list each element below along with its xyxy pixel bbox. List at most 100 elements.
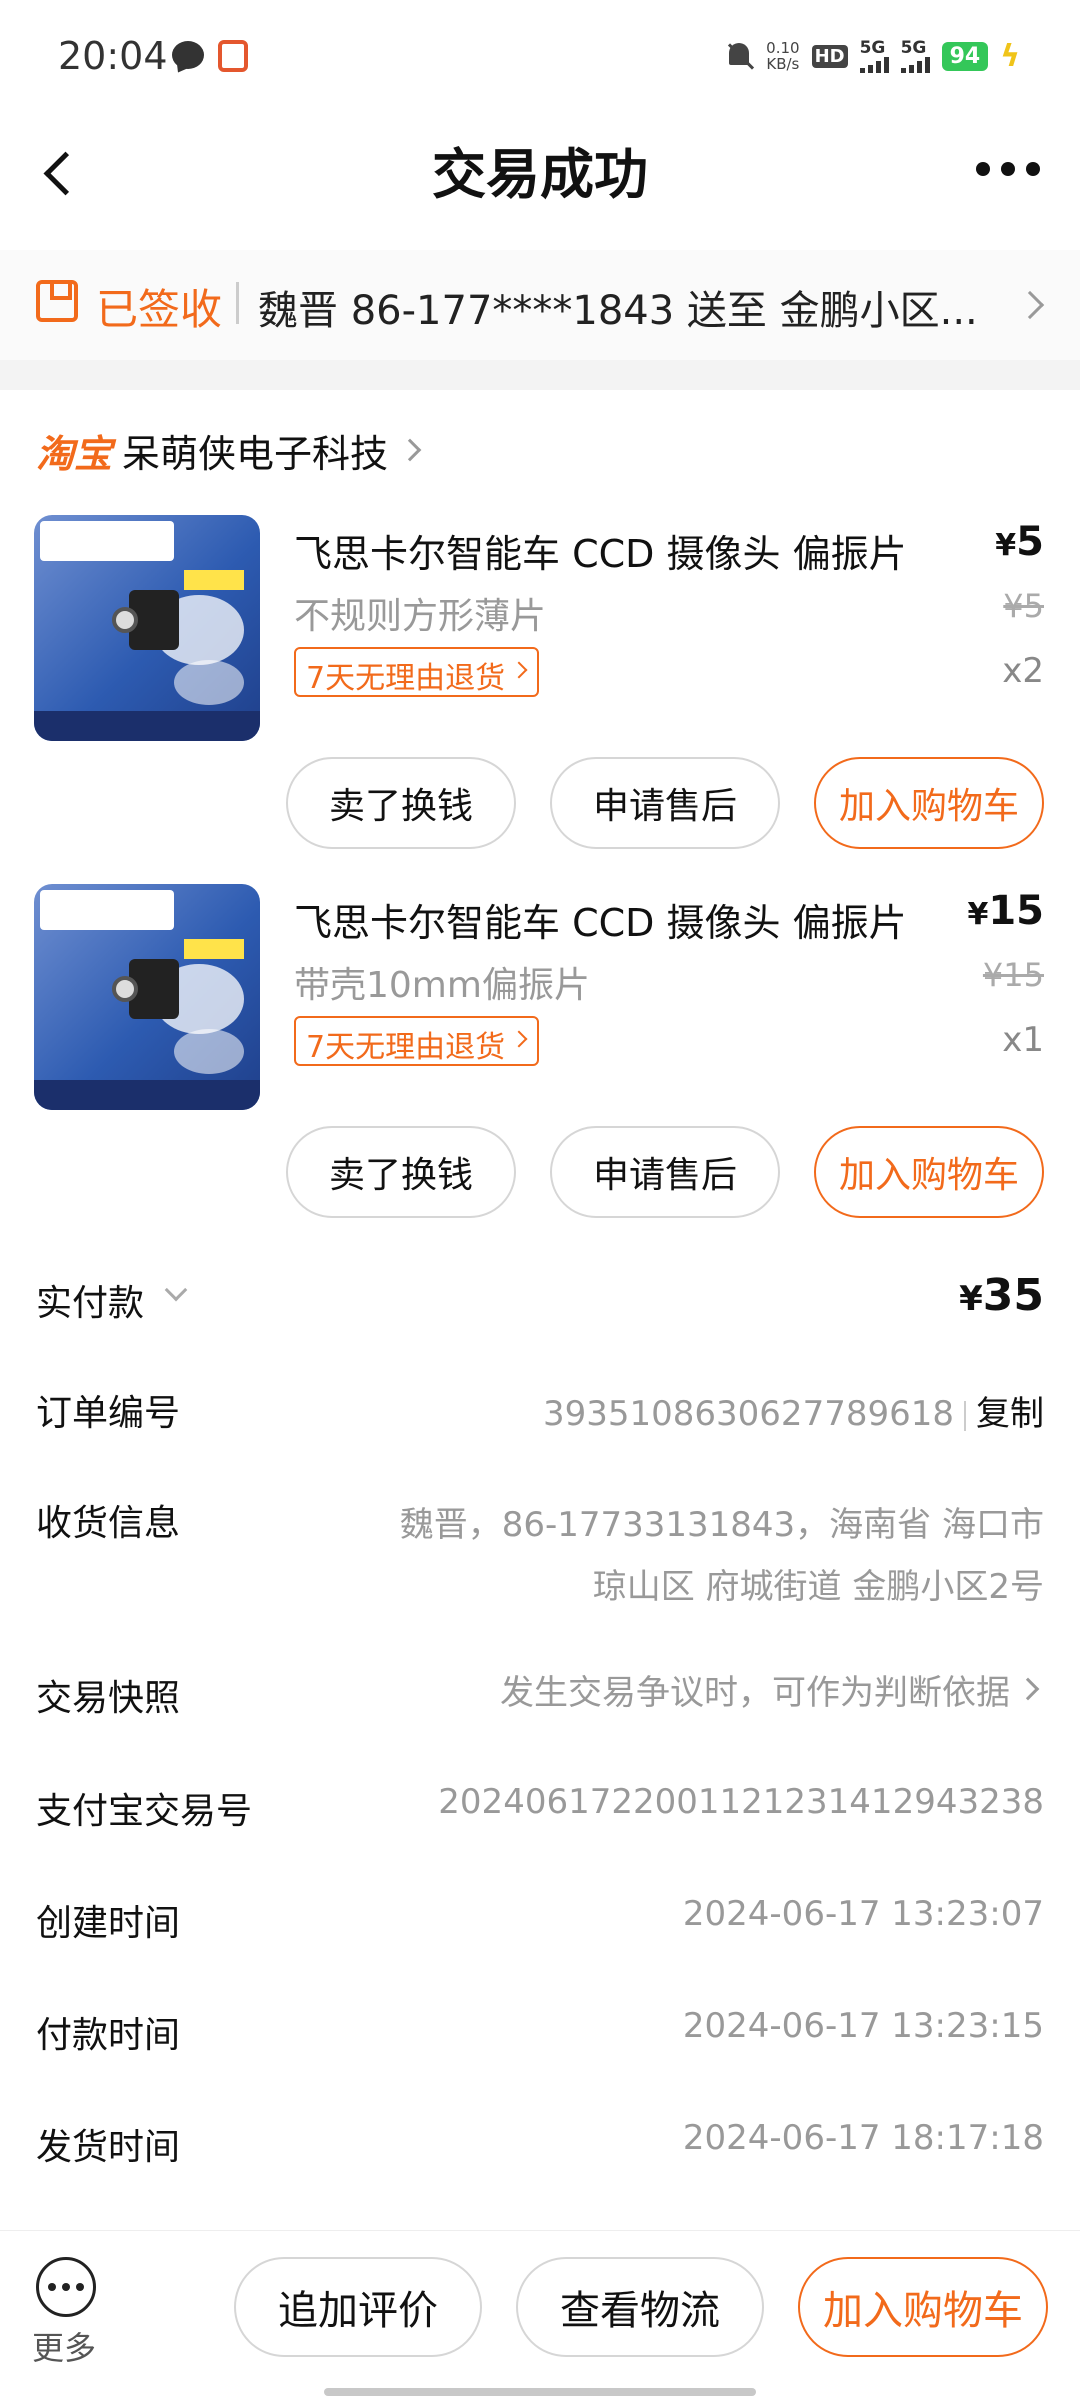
paid-time-row: 付款时间 2024-06-17 13:23:15: [0, 2002, 1080, 2062]
more-dots-icon[interactable]: [36, 2257, 96, 2317]
bottom-action-bar: 更多 追加评价 查看物流 加入购物车: [0, 2230, 1080, 2400]
paid-amount: ¥35: [959, 1270, 1044, 1321]
view-logistics-button[interactable]: 查看物流: [516, 2257, 764, 2357]
package-box-icon: [36, 280, 78, 322]
more-label[interactable]: 更多: [32, 2323, 96, 2369]
sell-button[interactable]: 卖了换钱: [286, 1126, 516, 1218]
product-quantity: x2: [1002, 651, 1044, 691]
chevron-right-icon: [398, 438, 422, 462]
shop-header[interactable]: 淘宝 呆萌侠电子科技: [36, 420, 422, 480]
network-speed-unit: KB/s: [766, 55, 800, 73]
snapshot-label: 交易快照: [36, 1678, 181, 1719]
shipping-info-value: 魏晋，86-17733131843，海南省 海口市 琼山区 府城街道 金鹏小区2…: [400, 1494, 1044, 1618]
paid-amount-row[interactable]: 实付款 ¥35: [0, 1270, 1080, 1340]
page-title: 交易成功: [432, 143, 648, 206]
shipping-address-line1: 魏晋，86-17733131843，海南省 海口市: [399, 1505, 1044, 1545]
alipay-number-label: 支付宝交易号: [36, 1791, 253, 1832]
product-price: ¥15: [967, 888, 1044, 934]
charging-icon: ϟ: [1000, 38, 1020, 74]
sim1-signal-icon: 5G: [859, 37, 889, 73]
sell-button[interactable]: 卖了换钱: [286, 757, 516, 849]
product-item[interactable]: 飞思卡尔智能车 CCD 摄像头 偏振片 带壳10mm偏振片 7天无理由退货 ¥1…: [0, 874, 1080, 1234]
divider: [236, 282, 239, 324]
created-time-row: 创建时间 2024-06-17 13:23:07: [0, 1890, 1080, 1950]
delivery-summary: 魏晋 86-177****1843 送至 金鹏小区...: [258, 288, 978, 334]
original-price: ¥5: [1003, 587, 1044, 625]
more-options-icon[interactable]: [976, 162, 1040, 178]
chat-notification-icon: [172, 41, 204, 69]
delivery-status-bar[interactable]: 已签收 魏晋 86-177****1843 送至 金鹏小区...: [0, 250, 1080, 360]
brand-logo-image: [40, 521, 174, 561]
network-speed: 0.10 KB/s: [766, 40, 799, 72]
add-to-cart-button[interactable]: 加入购物车: [814, 1126, 1044, 1218]
created-time-label: 创建时间: [36, 1903, 181, 1944]
paid-time: 2024-06-17 13:23:15: [682, 2006, 1044, 2046]
shipping-info-row: 收货信息 魏晋，86-17733131843，海南省 海口市 琼山区 府城街道 …: [0, 1490, 1080, 1610]
add-to-cart-button[interactable]: 加入购物车: [814, 757, 1044, 849]
shipped-time: 2024-06-17 18:17:18: [682, 2118, 1044, 2158]
after-sales-button[interactable]: 申请售后: [550, 1126, 780, 1218]
created-time: 2024-06-17 13:23:07: [682, 1894, 1044, 1934]
snapshot-row[interactable]: 交易快照 发生交易争议时，可作为判断依据: [0, 1665, 1080, 1725]
original-price: ¥15: [982, 956, 1044, 994]
battery-level: 94: [941, 41, 989, 71]
currency-symbol: ¥: [995, 528, 1017, 563]
currency-symbol: ¥: [967, 897, 989, 932]
top-nav-bar: 交易成功: [0, 110, 1080, 230]
order-number-value-group: 3935108630627789618 复制: [543, 1386, 1044, 1435]
taobao-logo: 淘宝: [36, 431, 113, 476]
section-divider: [0, 360, 1080, 390]
shipped-time-row: 发货时间 2024-06-17 18:17:18: [0, 2114, 1080, 2174]
sim2-network-type: 5G: [900, 37, 927, 58]
return-policy-label: 7天无理由退货: [306, 1030, 506, 1065]
network-speed-value: 0.10: [766, 39, 800, 57]
shop-name: 呆萌侠电子科技: [122, 431, 389, 476]
product-price: ¥5: [995, 519, 1044, 565]
hd-voice-icon: HD: [811, 44, 848, 68]
product-title: 飞思卡尔智能车 CCD 摄像头 偏振片: [294, 532, 907, 576]
currency-symbol: ¥: [959, 1279, 983, 1319]
shipping-info-label: 收货信息: [36, 1503, 181, 1544]
chevron-right-icon: [1016, 1677, 1040, 1701]
order-number-label: 订单编号: [36, 1393, 181, 1434]
product-item[interactable]: 飞思卡尔智能车 CCD 摄像头 偏振片 不规则方形薄片 7天无理由退货 ¥5 ¥…: [0, 505, 1080, 865]
chevron-right-icon: [1015, 290, 1045, 320]
mute-bell-icon: [724, 39, 754, 73]
divider: [964, 1400, 966, 1431]
sim1-network-type: 5G: [859, 37, 886, 58]
product-title: 飞思卡尔智能车 CCD 摄像头 偏振片: [294, 901, 907, 945]
return-policy-tag[interactable]: 7天无理由退货: [294, 647, 540, 697]
home-indicator[interactable]: [324, 2388, 756, 2396]
brand-logo-image: [40, 890, 174, 930]
price-value: 15: [988, 888, 1044, 934]
status-indicators: 0.10 KB/s HD 5G 5G 94 ϟ: [724, 34, 1020, 78]
order-number-row: 订单编号 3935108630627789618 复制: [0, 1380, 1080, 1440]
paid-amount-value: 35: [982, 1270, 1044, 1321]
snapshot-hint: 发生交易争议时，可作为判断依据: [500, 1673, 1010, 1713]
paid-time-label: 付款时间: [36, 2015, 181, 2056]
product-spec: 带壳10mm偏振片: [294, 965, 590, 1006]
shipped-time-label: 发货时间: [36, 2127, 181, 2168]
shipping-address-line2: 琼山区 府城街道 金鹏小区2号: [592, 1567, 1044, 1607]
return-policy-label: 7天无理由退货: [306, 661, 506, 696]
return-policy-tag[interactable]: 7天无理由退货: [294, 1016, 540, 1066]
order-number: 3935108630627789618: [542, 1394, 954, 1434]
alipay-number-row: 支付宝交易号 2024061722001121231412943238: [0, 1778, 1080, 1838]
product-thumbnail[interactable]: [34, 515, 260, 741]
add-to-cart-bottom-button[interactable]: 加入购物车: [798, 2257, 1048, 2357]
chevron-down-icon[interactable]: [164, 1278, 188, 1302]
product-quantity: x1: [1002, 1020, 1044, 1060]
alipay-number: 2024061722001121231412943238: [438, 1782, 1044, 1822]
after-sales-button[interactable]: 申请售后: [550, 757, 780, 849]
copy-button[interactable]: 复制: [976, 1394, 1044, 1434]
product-thumbnail[interactable]: [34, 884, 260, 1110]
delivery-status: 已签收: [96, 285, 223, 334]
paid-label: 实付款: [36, 1283, 145, 1324]
product-spec: 不规则方形薄片: [294, 596, 547, 637]
price-value: 5: [1016, 519, 1044, 565]
chevron-right-icon: [510, 1030, 528, 1048]
status-bar: 20:04 0.10 KB/s HD 5G 5G 94 ϟ: [0, 0, 1080, 110]
sim2-signal-icon: 5G: [900, 37, 930, 73]
status-time: 20:04: [58, 34, 168, 78]
add-review-button[interactable]: 追加评价: [234, 2257, 482, 2357]
